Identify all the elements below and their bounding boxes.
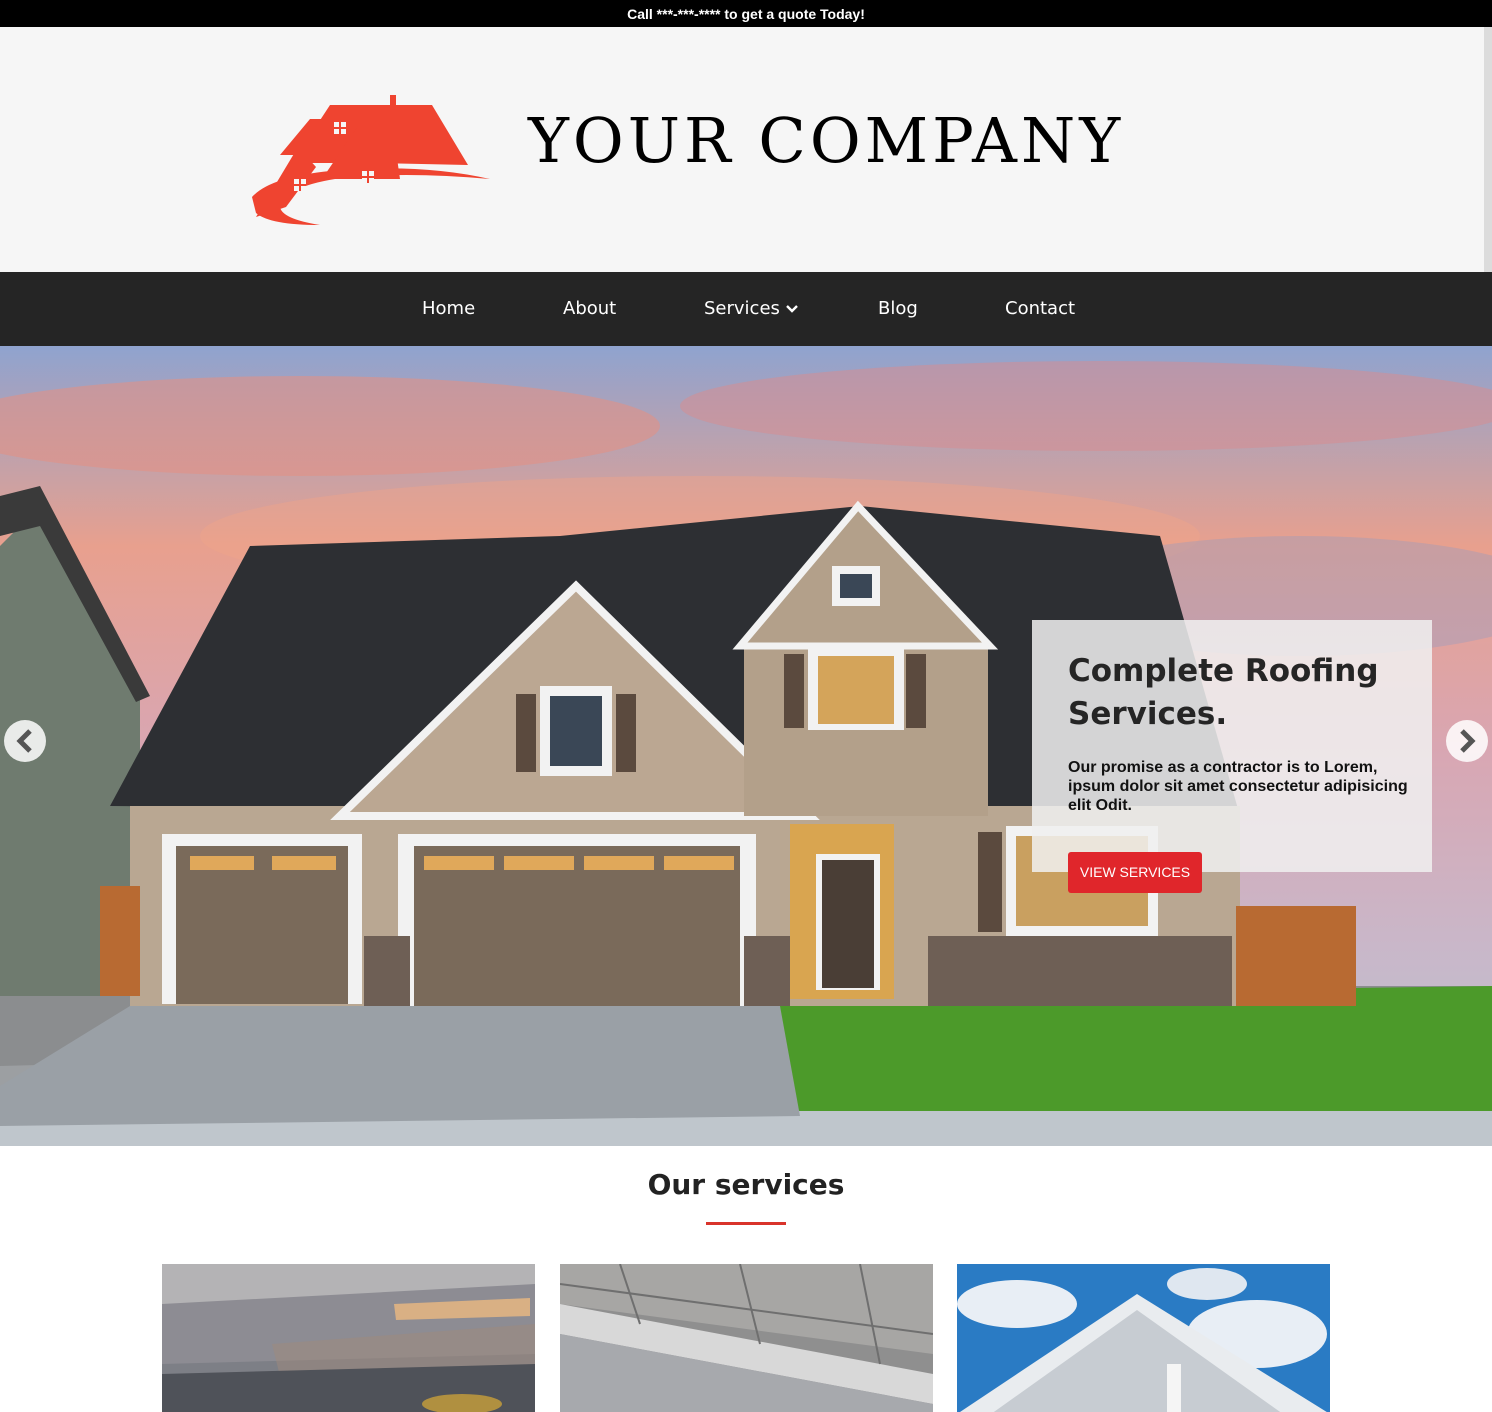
section-divider <box>706 1222 786 1225</box>
nav-item-contact[interactable]: Contact <box>1005 272 1075 346</box>
service-card-shingles[interactable] <box>162 1264 535 1412</box>
service-card-gutters[interactable] <box>560 1264 933 1412</box>
chevron-down-icon <box>786 305 798 313</box>
hero-title: Complete Roofing Services. <box>1068 653 1379 732</box>
slider-next-button[interactable] <box>1446 720 1488 762</box>
nav-item-blog[interactable]: Blog <box>878 272 918 346</box>
hero-description: Our promise as a contractor is to Lorem,… <box>1068 759 1408 814</box>
hero-caption-box: Complete Roofing Services. Our promise a… <box>1032 620 1432 872</box>
company-name: YOUR COMPANY <box>528 104 1125 177</box>
nav-item-home[interactable]: Home <box>422 272 475 346</box>
top-announcement-bar: Call ***-***-**** to get a quote Today! <box>0 0 1492 27</box>
service-card-fascia[interactable] <box>957 1264 1330 1412</box>
hero-slider: Complete Roofing Services. Our promise a… <box>0 346 1492 1146</box>
nav-item-services-label: Services <box>704 298 780 319</box>
nav-item-services[interactable]: Services <box>704 272 798 346</box>
roof-gutter-photo <box>560 1264 933 1412</box>
quote-call-text: Call ***-***-**** to get a quote Today! <box>627 6 865 22</box>
view-services-button[interactable]: VIEW SERVICES <box>1068 852 1202 893</box>
site-header: YOUR COMPANY <box>0 27 1492 272</box>
roof-shingles-installation-photo <box>162 1264 535 1412</box>
slider-prev-button[interactable] <box>4 720 46 762</box>
main-navigation: Home About Services Blog Contact <box>0 272 1492 346</box>
nav-item-about[interactable]: About <box>563 272 616 346</box>
house-roof-logo[interactable] <box>250 67 492 227</box>
chevron-left-icon <box>16 729 32 753</box>
services-section-title: Our services <box>647 1168 845 1201</box>
roof-fascia-sky-photo <box>957 1264 1330 1412</box>
chevron-right-icon <box>1460 729 1476 753</box>
